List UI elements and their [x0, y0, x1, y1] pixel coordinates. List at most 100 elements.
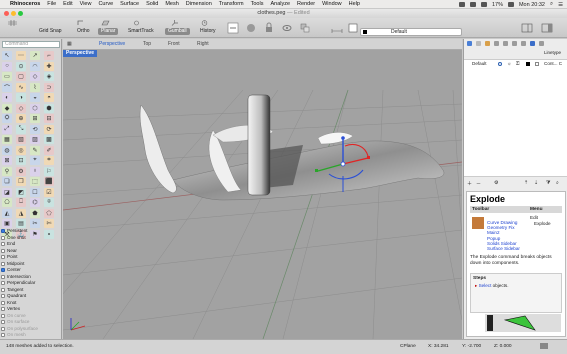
tool-1-icon[interactable]: ⋯: [16, 51, 26, 60]
menu-dimension[interactable]: Dimension: [186, 1, 212, 7]
mesh-post[interactable]: [247, 94, 271, 196]
grid-snap-button[interactable]: Grid Snap: [36, 28, 65, 35]
osnap-checkbox[interactable]: [1, 229, 5, 234]
tool-14-icon[interactable]: ⌇: [30, 82, 40, 92]
menu-analyze[interactable]: Analyze: [270, 1, 290, 7]
gumball-center[interactable]: [340, 161, 346, 167]
tool-20-icon[interactable]: ◆: [2, 103, 12, 113]
render-icon[interactable]: [244, 21, 258, 35]
osnap-checkbox[interactable]: [1, 313, 5, 318]
layer-color-icon[interactable]: [526, 61, 530, 66]
tool-56-icon[interactable]: ⎔: [2, 198, 12, 207]
tool-22-icon[interactable]: ⬡: [30, 103, 40, 113]
osnap-checkbox[interactable]: [1, 333, 5, 338]
menu-edit[interactable]: Edit: [63, 1, 72, 7]
layer-material-icon[interactable]: [535, 61, 539, 66]
command-input[interactable]: Command: [2, 41, 60, 48]
tool-38-icon[interactable]: ✎: [30, 145, 40, 155]
minimize-window-button[interactable]: [11, 11, 16, 16]
tool-44-icon[interactable]: ⚲: [2, 166, 12, 176]
tab-front[interactable]: Front: [168, 41, 180, 47]
menu-transform[interactable]: Transform: [219, 1, 244, 7]
tool-12-icon[interactable]: ⌒: [2, 82, 12, 92]
tab-right[interactable]: Right: [197, 41, 209, 47]
tool-6-icon[interactable]: ◠: [30, 61, 40, 71]
layer-linetype[interactable]: Cont... C: [544, 60, 562, 67]
tool-24-icon[interactable]: ⛭: [2, 114, 12, 123]
layer-row[interactable]: Default ☼ ⚿ Cont... C: [464, 60, 567, 67]
hide-icon[interactable]: [280, 21, 294, 35]
planar-button[interactable]: Planar: [98, 28, 119, 35]
display-tab-icon[interactable]: [503, 41, 508, 46]
sidebar-toggle-icon[interactable]: [540, 21, 554, 35]
layers-tab-icon[interactable]: [467, 41, 472, 46]
color-swatch-icon[interactable]: [346, 21, 360, 35]
gumball-y-scale[interactable]: [315, 169, 318, 172]
layer-filter-icon[interactable]: ⧩: [546, 180, 550, 186]
tool-4-icon[interactable]: ○: [2, 61, 12, 71]
tool-33-icon[interactable]: ▧: [16, 135, 26, 144]
tool-65-icon[interactable]: ▤: [16, 219, 26, 228]
tool-13-icon[interactable]: ∿: [16, 82, 26, 92]
panels-icon[interactable]: [520, 21, 534, 35]
tool-50-icon[interactable]: ⬚: [30, 177, 40, 186]
osnap-checkbox[interactable]: [1, 235, 5, 240]
lock-layer-icon[interactable]: ⚿: [516, 60, 520, 67]
menu-mesh[interactable]: Mesh: [165, 1, 178, 7]
tool-59-icon[interactable]: ⍟: [44, 198, 54, 207]
tool-37-icon[interactable]: ◎: [16, 145, 26, 155]
osnap-checkbox[interactable]: [1, 274, 5, 279]
osnap-checkbox[interactable]: [1, 268, 5, 273]
tool-63-icon[interactable]: ⬠: [44, 208, 54, 218]
volume-icon[interactable]: [480, 2, 487, 7]
gumball-button[interactable]: Gumball: [165, 28, 190, 35]
layer-name[interactable]: Default: [472, 60, 487, 67]
zoom-window-button[interactable]: [18, 11, 23, 16]
sun-tab-icon[interactable]: [521, 41, 526, 46]
tool-62-icon[interactable]: ⬟: [30, 208, 40, 218]
tool-60-icon[interactable]: ◭: [2, 208, 12, 218]
tool-15-icon[interactable]: ⊃: [44, 82, 54, 92]
tool-42-icon[interactable]: ⌖: [30, 156, 40, 165]
tool-67-icon[interactable]: ✄: [44, 219, 54, 228]
remove-layer-icon[interactable]: －: [476, 180, 481, 187]
tool-43-icon[interactable]: ⌗: [44, 156, 54, 165]
close-window-button[interactable]: [4, 11, 9, 16]
tool-41-icon[interactable]: ⊡: [16, 156, 26, 165]
help-link-surface-sidebar[interactable]: Surface Sidebar: [487, 246, 520, 251]
tool-23-icon[interactable]: ⬢: [44, 103, 54, 113]
clock[interactable]: Mon 20:32: [519, 2, 545, 8]
menu-tools[interactable]: Tools: [251, 1, 264, 7]
notification-center-icon[interactable]: ☰: [558, 2, 563, 8]
gumball-z-scale[interactable]: [341, 136, 345, 140]
battery-icon[interactable]: [507, 2, 514, 7]
menu-render[interactable]: Render: [297, 1, 315, 7]
osnap-checkbox[interactable]: [1, 294, 5, 299]
smarttrack-button[interactable]: SmartTrack: [125, 28, 157, 35]
menu-view[interactable]: View: [80, 1, 92, 7]
help-tab-icon[interactable]: [530, 41, 535, 46]
cplane-indicator[interactable]: CPlane: [400, 344, 416, 349]
tool-49-icon[interactable]: ❐: [16, 177, 26, 186]
tool-48-icon[interactable]: ❏: [2, 177, 12, 186]
visible-bulb-icon[interactable]: ☼: [507, 60, 511, 67]
menu-surface[interactable]: Surface: [120, 1, 139, 7]
osnap-checkbox[interactable]: [1, 307, 5, 312]
select-filter-icon[interactable]: [226, 21, 240, 35]
tool-16-icon[interactable]: ◐: [2, 93, 12, 102]
tool-7-icon[interactable]: ✚: [44, 61, 54, 71]
tool-21-icon[interactable]: ◇: [16, 103, 26, 113]
materials-tab-icon[interactable]: [494, 41, 499, 46]
tool-31-icon[interactable]: ⟳: [44, 124, 54, 134]
wifi-icon[interactable]: [469, 2, 476, 7]
tool-53-icon[interactable]: ◩: [16, 187, 26, 197]
current-layer-icon[interactable]: [498, 61, 502, 66]
tool-57-icon[interactable]: ⎕: [16, 198, 26, 207]
tool-18-icon[interactable]: ◒: [30, 93, 40, 102]
tool-45-icon[interactable]: ⚙: [16, 166, 26, 176]
gumball-x-scale[interactable]: [367, 156, 370, 159]
menu-app-name[interactable]: Rhinoceros: [10, 1, 40, 7]
osnap-checkbox[interactable]: [1, 287, 5, 292]
tool-54-icon[interactable]: ☐: [30, 187, 40, 197]
tool-40-icon[interactable]: ⊠: [2, 156, 12, 165]
